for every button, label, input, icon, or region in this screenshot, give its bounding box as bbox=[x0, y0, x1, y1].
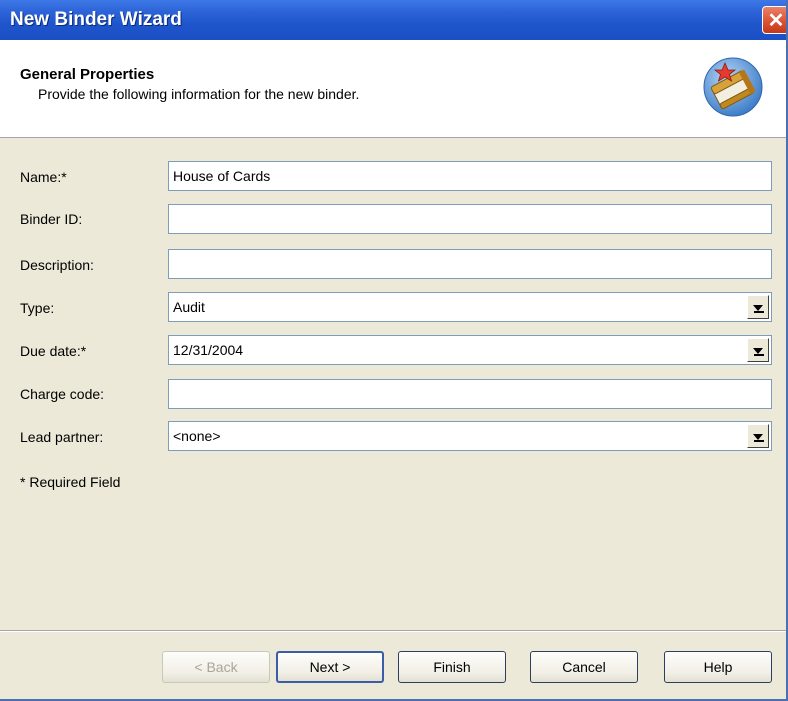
type-value: Audit bbox=[173, 299, 205, 315]
description-label: Description: bbox=[20, 257, 94, 273]
lead-partner-select[interactable]: <none> bbox=[168, 421, 772, 451]
finish-button[interactable]: Finish bbox=[398, 651, 506, 683]
due-date-select[interactable]: 12/31/2004 bbox=[168, 335, 772, 365]
charge-code-field[interactable] bbox=[168, 379, 772, 409]
binder-id-field[interactable] bbox=[168, 204, 772, 234]
name-label: Name:* bbox=[20, 169, 67, 185]
type-dropdown-button[interactable] bbox=[747, 295, 769, 319]
close-icon: ✕ bbox=[767, 9, 785, 32]
help-button[interactable]: Help bbox=[664, 651, 772, 683]
lead-partner-label: Lead partner: bbox=[20, 429, 104, 445]
back-button[interactable]: < Back bbox=[162, 651, 270, 683]
lead-partner-value: <none> bbox=[173, 428, 221, 444]
title-bar[interactable]: New Binder Wizard ✕ bbox=[0, 0, 786, 40]
type-label: Type: bbox=[20, 300, 55, 316]
due-date-value: 12/31/2004 bbox=[173, 342, 244, 358]
footer-separator bbox=[0, 630, 786, 632]
next-button[interactable]: Next > bbox=[276, 651, 384, 683]
name-field[interactable] bbox=[168, 161, 772, 191]
charge-code-label: Charge code: bbox=[20, 386, 105, 402]
wizard-header: General Properties Provide the following… bbox=[0, 40, 786, 138]
due-date-dropdown-button[interactable] bbox=[747, 338, 769, 362]
binder-book-icon bbox=[703, 57, 763, 117]
cancel-button[interactable]: Cancel bbox=[530, 651, 638, 683]
close-button[interactable]: ✕ bbox=[762, 6, 786, 34]
binder-id-label: Binder ID: bbox=[20, 211, 83, 227]
wizard-window: New Binder Wizard ✕ General Properties P… bbox=[0, 0, 788, 701]
type-select[interactable]: Audit bbox=[168, 292, 772, 322]
description-field[interactable] bbox=[168, 249, 772, 279]
lead-partner-dropdown-button[interactable] bbox=[747, 424, 769, 448]
due-date-label: Due date:* bbox=[20, 343, 87, 359]
required-field-note: * Required Field bbox=[20, 474, 121, 490]
window-title: New Binder Wizard bbox=[10, 9, 182, 30]
page-title: General Properties bbox=[20, 66, 155, 83]
page-subtitle: Provide the following information for th… bbox=[38, 86, 360, 102]
